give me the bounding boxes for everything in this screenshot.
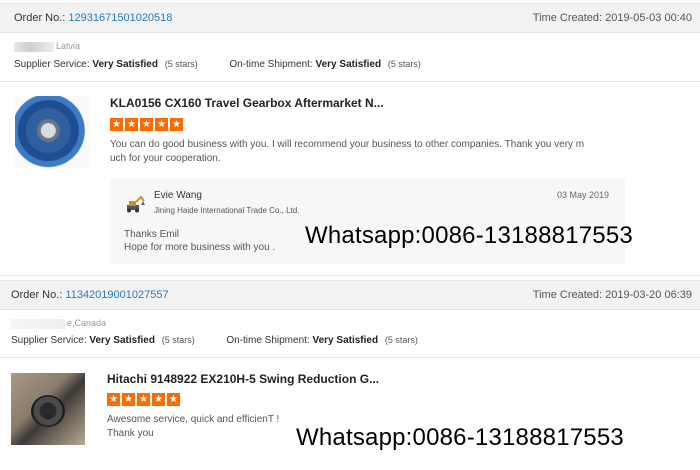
rating-stars: ★ ★ ★ ★ ★ (107, 393, 180, 406)
star-icon: ★ (137, 393, 150, 406)
ratings-row: Supplier Service: Very Satisfied (5 star… (14, 59, 421, 70)
order-label-text: Order No.: (14, 12, 69, 24)
order-header: Order No.: 11342019001027557 Time Create… (0, 280, 700, 310)
ratings-row: Supplier Service: Very Satisfied (5 star… (11, 335, 418, 346)
product-thumbnail[interactable] (11, 373, 85, 445)
shipment-stars: (5 stars) (384, 335, 418, 345)
product-title-link[interactable]: KLA0156 CX160 Travel Gearbox Aftermarket… (110, 96, 384, 110)
watermark-text: Whatsapp:0086-13188817553 (305, 222, 633, 249)
rating-stars: ★ ★ ★ ★ ★ (110, 118, 183, 131)
product-title-link[interactable]: Hitachi 9148922 EX210H-5 Swing Reduction… (107, 372, 379, 386)
buyer-country: Latvia (56, 41, 81, 51)
shipment-label: On-time Shipment: (229, 59, 313, 70)
star-icon: ★ (122, 393, 135, 406)
star-icon: ★ (125, 118, 138, 131)
supplier-reply: Evie Wang Jining Haide International Tra… (110, 178, 625, 264)
order-number-label: Order No.: 12931671501020518 (14, 12, 172, 24)
shipment-value: Very Satisfied (312, 335, 379, 346)
order-number-link[interactable]: 12931671501020518 (68, 12, 172, 24)
star-icon: ★ (107, 393, 120, 406)
reply-date: 03 May 2019 (556, 190, 609, 200)
watermark-text: Whatsapp:0086-13188817553 (296, 424, 624, 451)
star-icon: ★ (167, 393, 180, 406)
star-icon: ★ (155, 118, 168, 131)
review-comment: You can do good business with you. I wil… (110, 138, 610, 166)
star-icon: ★ (152, 393, 165, 406)
review-card: Order No.: 12931671501020518 Time Create… (0, 0, 700, 276)
comment-line: You can do good business with you. I wil… (110, 139, 585, 150)
reply-author-name: Evie Wang (154, 190, 202, 201)
supplier-service-value: Very Satisfied (89, 335, 155, 346)
supplier-service-label: Supplier Service: (14, 59, 90, 70)
buyer-avatar (11, 318, 65, 329)
time-created: Time Created: 2019-05-03 00:40 (532, 12, 692, 24)
star-icon: ★ (110, 118, 123, 131)
buyer-avatar (14, 41, 54, 52)
divider (0, 81, 700, 82)
time-created: Time Created: 2019-03-20 06:39 (532, 289, 692, 301)
supplier-service-stars: (5 stars) (161, 335, 195, 345)
shipment-label: On-time Shipment: (226, 335, 310, 346)
buyer-country: e,Canada (67, 318, 107, 328)
reply-company: Jining Haide International Trade Co., Lt… (154, 206, 300, 215)
excavator-icon (127, 195, 145, 213)
product-thumbnail[interactable] (15, 96, 89, 168)
comment-line: uch for your cooperation. (110, 153, 221, 164)
buyer-info: Latvia (14, 41, 80, 52)
review-card: Order No.: 11342019001027557 Time Create… (0, 280, 700, 470)
order-label-text: Order No.: (11, 289, 66, 301)
supplier-service-stars: (5 stars) (164, 59, 198, 69)
shipment-value: Very Satisfied (315, 59, 382, 70)
order-header: Order No.: 12931671501020518 Time Create… (0, 3, 700, 33)
reply-text: Thanks Emil Hope for more business with … (124, 228, 275, 254)
supplier-service-label: Supplier Service: (11, 335, 87, 346)
star-icon: ★ (140, 118, 153, 131)
divider (0, 357, 700, 358)
reply-line: Thanks Emil (124, 229, 180, 240)
order-number-label: Order No.: 11342019001027557 (11, 289, 169, 301)
star-icon: ★ (170, 118, 183, 131)
reply-line: Hope for more business with you . (124, 242, 276, 253)
shipment-stars: (5 stars) (387, 59, 421, 69)
supplier-service-value: Very Satisfied (92, 59, 158, 70)
buyer-info: e,Canada (11, 318, 106, 329)
order-number-link[interactable]: 11342019001027557 (65, 289, 168, 301)
